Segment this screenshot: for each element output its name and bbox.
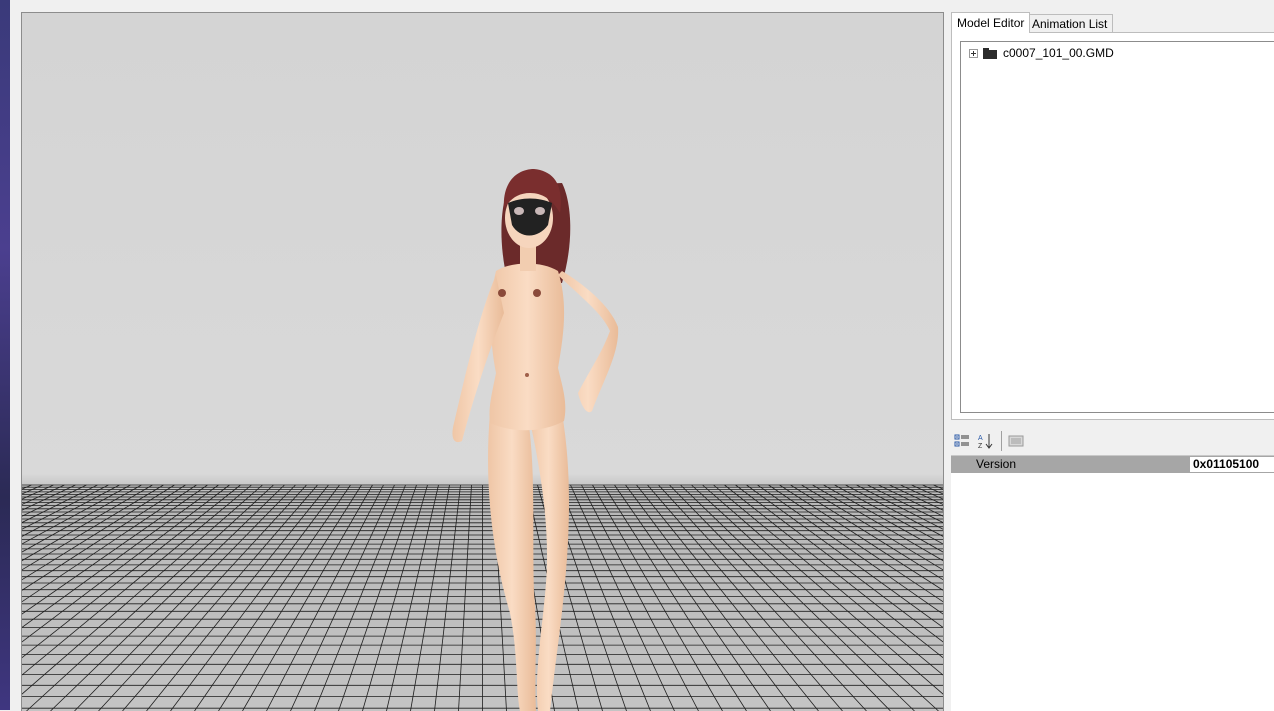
tree-node-label[interactable]: c0007_101_00.GMD	[1003, 46, 1114, 60]
svg-text:Z: Z	[978, 443, 983, 450]
svg-text:A: A	[978, 435, 983, 442]
folder-icon	[983, 47, 997, 59]
tab-strip: Model Editor Animation List	[951, 12, 1274, 33]
property-grid[interactable]: Version 0x01105100	[951, 455, 1274, 711]
model-viewport[interactable]	[21, 12, 944, 711]
property-row-version[interactable]: Version 0x01105100	[951, 456, 1274, 473]
property-grid-toolbar: A Z	[951, 429, 1274, 453]
expand-plus-icon[interactable]	[969, 48, 978, 58]
tree-node-gmd[interactable]: c0007_101_00.GMD	[969, 45, 1114, 61]
app-window: Model Editor Animation List c0007_101_00…	[10, 0, 1274, 711]
property-name: Version	[976, 457, 1017, 471]
desktop-background-strip	[0, 0, 10, 710]
categorized-icon[interactable]	[953, 432, 971, 450]
property-value[interactable]: 0x01105100	[1190, 457, 1274, 472]
sort-az-icon[interactable]: A Z	[977, 432, 995, 450]
tab-model-editor[interactable]: Model Editor	[951, 12, 1031, 33]
model-tree-view[interactable]: c0007_101_00.GMD	[960, 41, 1274, 413]
viewport-canvas[interactable]	[22, 13, 943, 711]
model-editor-panel: c0007_101_00.GMD	[951, 32, 1274, 420]
toolbar-separator	[1001, 431, 1002, 451]
property-pages-icon[interactable]	[1007, 432, 1025, 450]
tab-animation-list[interactable]: Animation List	[1026, 14, 1114, 32]
